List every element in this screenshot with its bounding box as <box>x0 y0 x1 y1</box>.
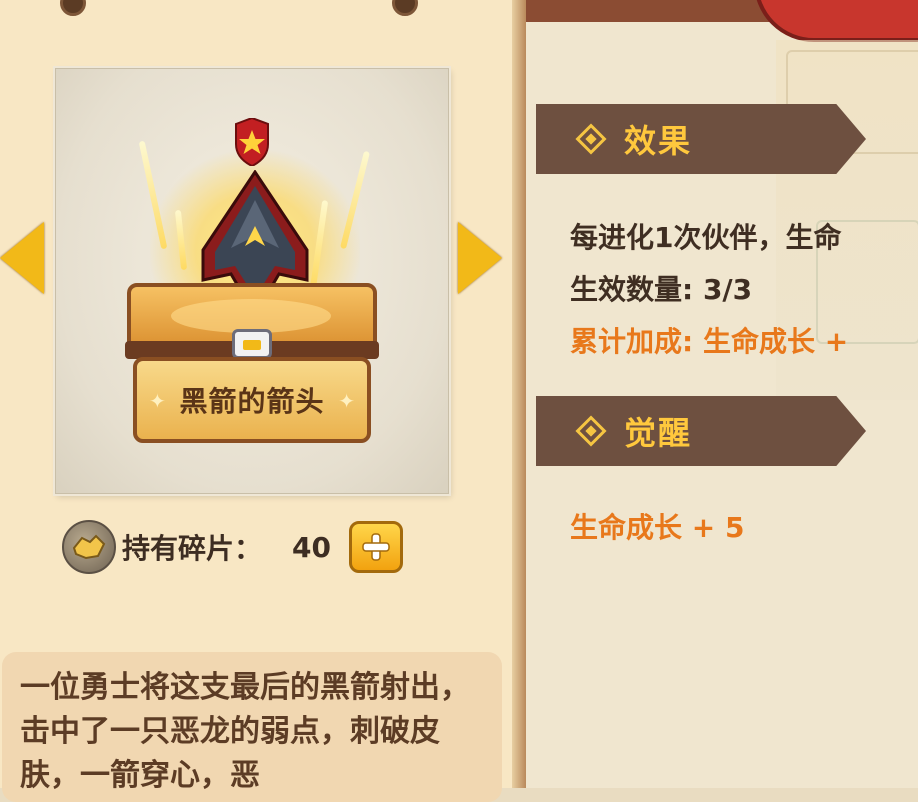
awaken-section-header: 觉醒 <box>536 396 866 466</box>
shard-icon <box>62 520 116 574</box>
shards-row: 持有碎片： 40 <box>62 518 403 576</box>
ribbon-decoration <box>754 0 918 42</box>
item-name: 黑箭的箭头 <box>179 385 325 418</box>
effects-panel: 效果 每进化1次伙伴，生命 生效数量: 3/3 累计加成: 生命成长 + 觉醒 … <box>526 0 918 788</box>
diamond-bullet-icon <box>575 123 607 155</box>
awaken-section-title: 觉醒 <box>624 414 693 452</box>
effect-line-evolve: 每进化1次伙伴，生命 <box>570 221 842 254</box>
item-detail-panel: 黑箭的箭头 持有碎片： 40 一位勇士将这支最后的黑箭射出，击中了一只恶龙的弱点… <box>0 0 520 802</box>
effect-section-title: 效果 <box>624 122 693 160</box>
add-shards-button[interactable] <box>348 521 403 573</box>
plus-icon <box>362 533 390 561</box>
effect-section-header: 效果 <box>536 104 866 174</box>
item-name-plate: 黑箭的箭头 <box>133 357 371 443</box>
pedestal-lock <box>232 329 272 359</box>
arrow-left-icon[interactable] <box>0 222 44 294</box>
arrow-right-icon[interactable] <box>458 222 502 294</box>
hanger-hook-left <box>60 0 86 16</box>
shards-count: 40 <box>292 530 331 564</box>
effect-line-active-count: 生效数量: 3/3 <box>570 273 753 306</box>
hanger-hook-right <box>392 0 418 16</box>
effect-line-total-bonus: 累计加成: 生命成长 + <box>570 325 849 358</box>
panel-divider <box>512 0 526 788</box>
description-box: 一位勇士将这支最后的黑箭射出，击中了一只恶龙的弱点，刺破皮肤，一箭穿心，恶 <box>2 652 502 802</box>
diamond-bullet-icon <box>575 415 607 447</box>
item-description: 一位勇士将这支最后的黑箭射出，击中了一只恶龙的弱点，刺破皮肤，一箭穿心，恶 <box>20 670 470 793</box>
awaken-line-hp-growth: 生命成长 + 5 <box>570 511 745 544</box>
star-badge-icon <box>235 118 269 166</box>
item-pedestal: 黑箭的箭头 <box>125 283 379 443</box>
shards-label: 持有碎片： <box>122 532 263 565</box>
